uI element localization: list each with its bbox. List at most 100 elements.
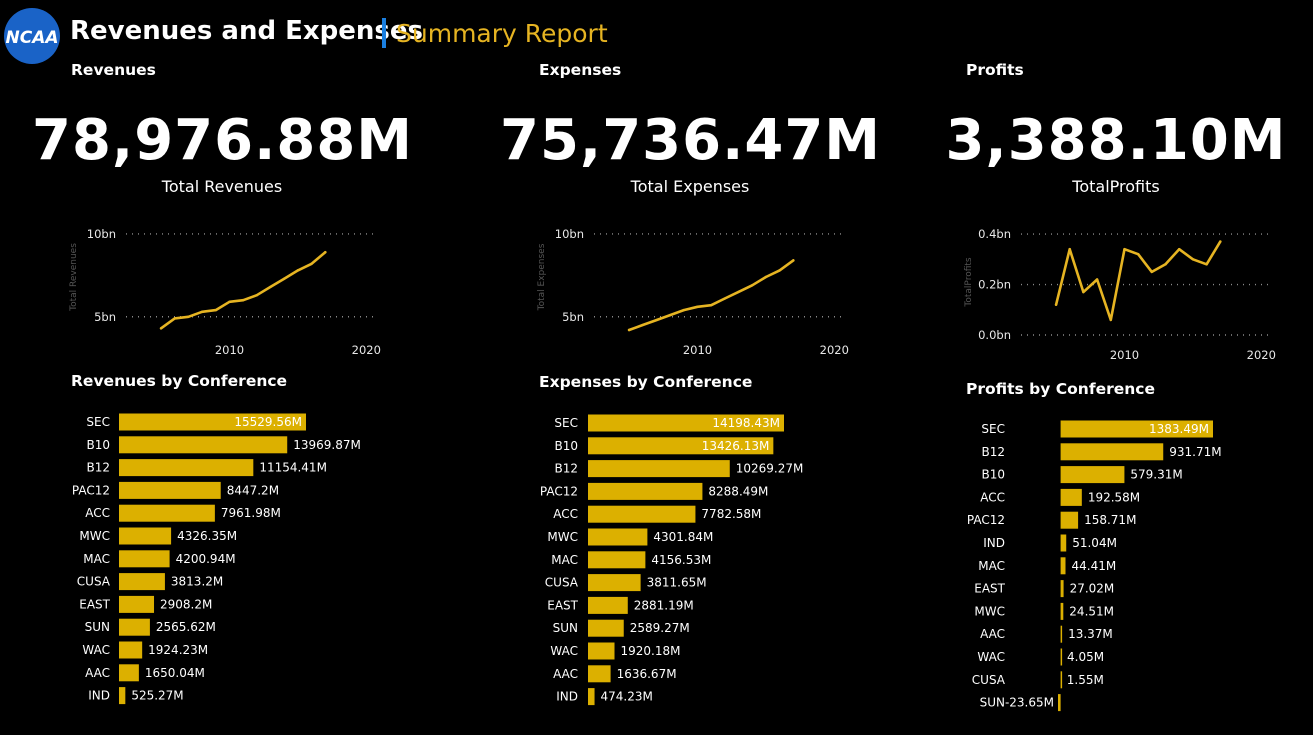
report-subtitle: Summary Report bbox=[396, 19, 608, 48]
x-tick-label: 2010 bbox=[215, 343, 244, 357]
bar bbox=[1060, 534, 1067, 552]
data-point bbox=[187, 315, 190, 318]
category-label: IND bbox=[88, 689, 110, 703]
data-point bbox=[1123, 247, 1126, 251]
category-label: MWC bbox=[974, 604, 1005, 618]
data-label: 13969.87M bbox=[293, 438, 361, 452]
data-point bbox=[668, 313, 672, 317]
category-label: SUN bbox=[85, 620, 110, 634]
category-label: WAC bbox=[82, 643, 110, 657]
y-axis-label: Total Expenses bbox=[537, 243, 547, 311]
category-label: MWC bbox=[79, 529, 110, 543]
data-point bbox=[159, 327, 163, 330]
bar bbox=[119, 436, 288, 454]
data-label: 1636.67M bbox=[617, 667, 677, 681]
bar bbox=[588, 642, 615, 660]
y-tick-label: 5bn bbox=[94, 310, 116, 324]
category-label: SUN bbox=[553, 621, 578, 635]
bar bbox=[588, 482, 703, 500]
category-label: SUN bbox=[980, 696, 1005, 710]
data-label: 931.71M bbox=[1169, 445, 1221, 459]
bar bbox=[588, 551, 646, 569]
report-header: NCAA Revenues and Expenses Summary Repor… bbox=[0, 0, 1313, 64]
category-label: AAC bbox=[85, 666, 110, 680]
data-label: 13426.13M bbox=[702, 439, 770, 453]
data-label: 7782.58M bbox=[701, 507, 761, 521]
category-label: PAC12 bbox=[72, 483, 110, 497]
data-label: 2908.2M bbox=[160, 597, 212, 611]
bar bbox=[119, 550, 170, 568]
data-point bbox=[1164, 263, 1167, 266]
data-label: 1.55M bbox=[1067, 673, 1104, 687]
y-tick-label: 0.0bn bbox=[978, 328, 1011, 342]
revenues-bar-chart: SEC 15529.56M B10 13969.87M B12 11154.41M PAC1… bbox=[72, 413, 361, 705]
data-point bbox=[1054, 303, 1058, 306]
category-label: B12 bbox=[981, 445, 1005, 459]
y-tick-label: 0.2bn bbox=[978, 278, 1011, 292]
data-label: 2565.62M bbox=[156, 620, 216, 634]
data-point bbox=[723, 297, 727, 300]
data-label: 8288.49M bbox=[708, 484, 768, 498]
bar bbox=[119, 573, 165, 591]
category-label: PAC12 bbox=[967, 513, 1005, 527]
data-label: 2881.19M bbox=[634, 598, 694, 612]
expenses-by-conference-title: Expenses by Conference bbox=[539, 373, 753, 391]
profits-by-conference-title: Profits by Conference bbox=[966, 380, 1155, 398]
data-point bbox=[255, 294, 259, 297]
series-line bbox=[627, 259, 795, 332]
category-label: IND bbox=[983, 536, 1005, 550]
revenues-kpi-label: Total Revenues bbox=[161, 177, 283, 196]
y-tick-label: 0.4bn bbox=[978, 227, 1011, 241]
bar bbox=[588, 596, 628, 614]
bar bbox=[1060, 443, 1164, 461]
category-label: MAC bbox=[978, 559, 1005, 573]
data-point bbox=[228, 300, 231, 304]
expenses-kpi-value: 75,736.47M bbox=[500, 108, 882, 173]
data-label: 3811.65M bbox=[647, 576, 707, 590]
x-tick-label: 2020 bbox=[1247, 348, 1276, 362]
y-axis-label: TotalProfits bbox=[964, 257, 974, 307]
data-point bbox=[1205, 263, 1208, 266]
category-label: MAC bbox=[551, 553, 578, 567]
data-point bbox=[283, 277, 286, 280]
category-label: EAST bbox=[547, 598, 578, 612]
data-point bbox=[792, 259, 795, 262]
category-label: EAST bbox=[79, 597, 110, 611]
data-point bbox=[682, 308, 685, 312]
data-point bbox=[1068, 247, 1071, 251]
data-label: 1383.49M bbox=[1149, 422, 1209, 436]
data-point bbox=[1136, 253, 1140, 256]
bar bbox=[119, 687, 126, 705]
bar bbox=[588, 619, 624, 637]
bar bbox=[1060, 466, 1125, 484]
expenses-line-chart: 5bn 10bn 2010 2020 Total Expenses bbox=[537, 227, 849, 357]
profits-kpi-label: TotalProfits bbox=[1072, 177, 1160, 196]
data-point bbox=[214, 308, 217, 312]
data-label: 51.04M bbox=[1072, 536, 1117, 550]
data-point bbox=[737, 290, 740, 294]
profits-line-chart: 0.0bn 0.2bn 0.4bn 2010 2020 TotalProfits bbox=[964, 227, 1276, 362]
data-label: 2589.27M bbox=[630, 621, 690, 635]
bar bbox=[588, 460, 730, 478]
bar bbox=[588, 574, 641, 592]
data-label: 11154.41M bbox=[259, 461, 327, 475]
data-label: 1650.04M bbox=[145, 666, 205, 680]
bar bbox=[119, 664, 139, 682]
data-point bbox=[1095, 278, 1099, 281]
data-label: 10269.27M bbox=[736, 462, 804, 476]
y-axis-label: Total Revenues bbox=[69, 243, 79, 312]
category-label: MAC bbox=[83, 552, 110, 566]
bar bbox=[119, 504, 215, 522]
title-separator bbox=[382, 18, 386, 48]
category-label: CUSA bbox=[972, 673, 1006, 687]
category-label: B12 bbox=[86, 461, 110, 475]
revenues-line-chart: 5bn 10bn 2010 2020 Total Revenues bbox=[69, 227, 381, 357]
data-point bbox=[778, 269, 781, 272]
data-point bbox=[1219, 240, 1222, 243]
category-label: MWC bbox=[547, 530, 578, 544]
bar bbox=[119, 481, 221, 499]
data-label: 14198.43M bbox=[712, 416, 780, 430]
data-point bbox=[627, 328, 631, 332]
category-label: ACC bbox=[85, 506, 110, 520]
data-label: 4.05M bbox=[1067, 650, 1104, 664]
